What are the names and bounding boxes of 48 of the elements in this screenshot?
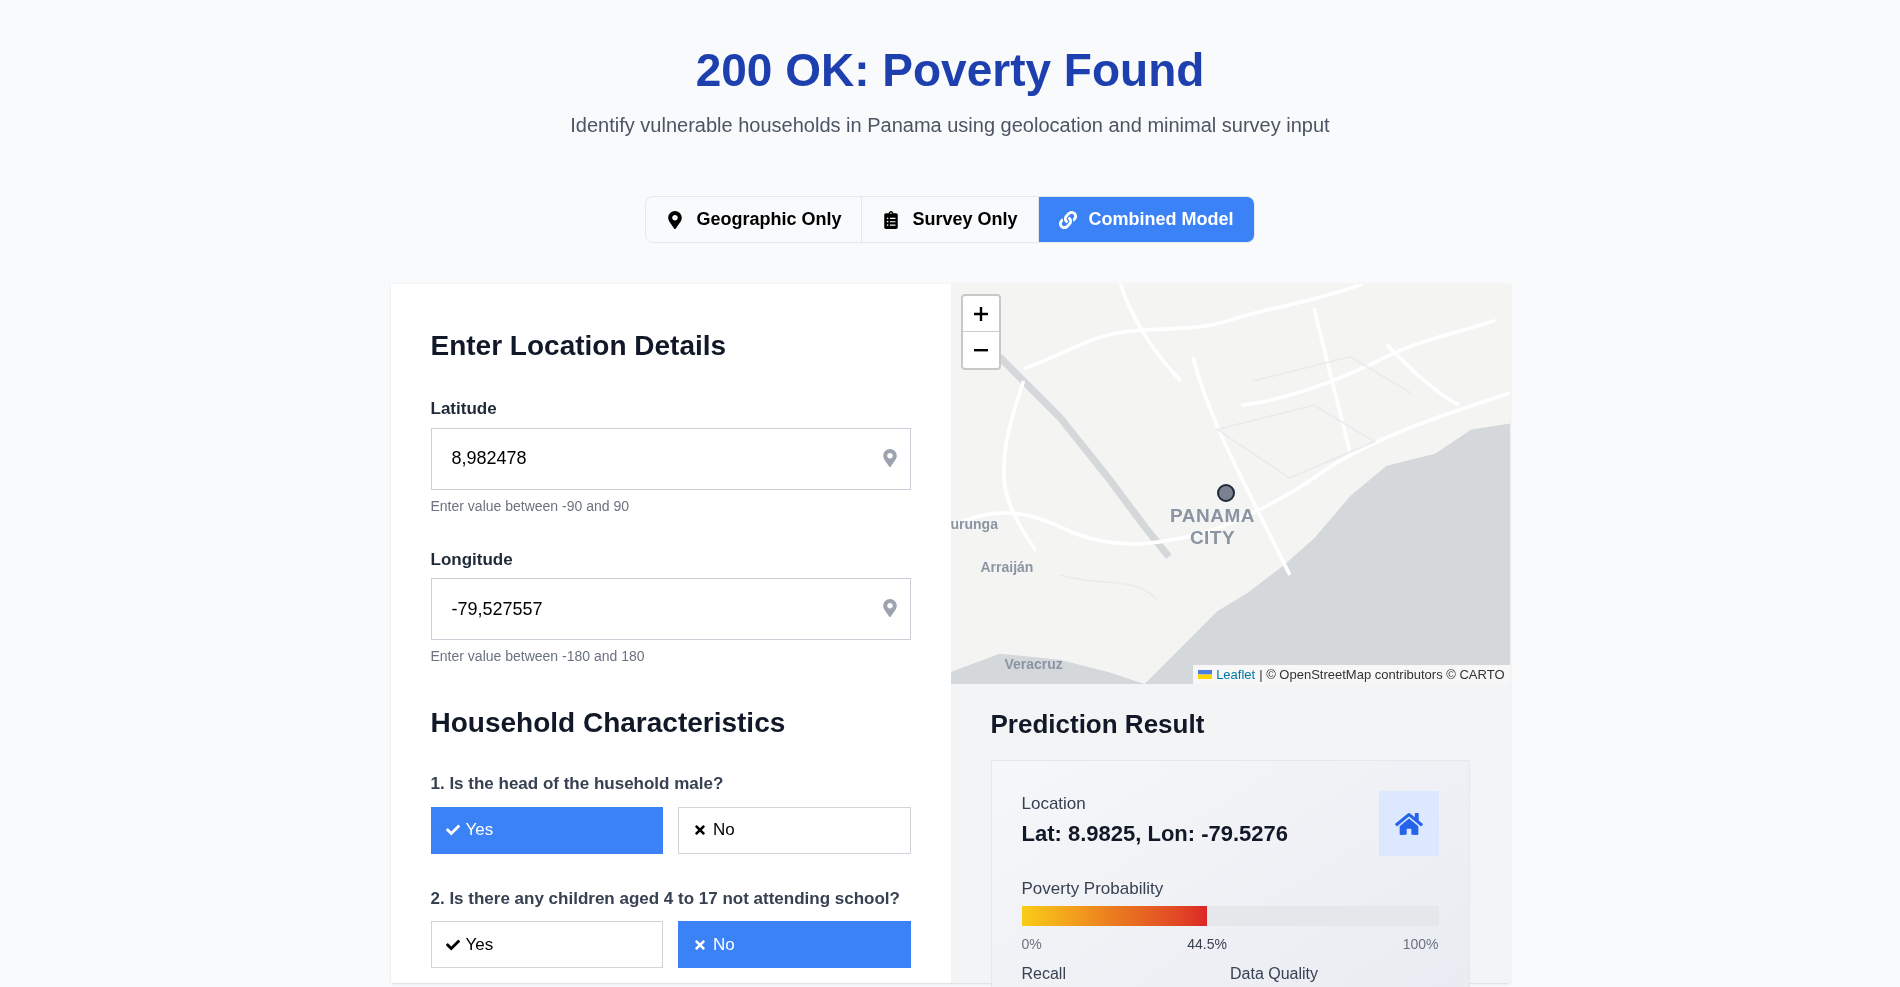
town-label: Arraiján [980, 558, 1034, 577]
answer-option[interactable]: No [678, 806, 911, 854]
question-text: 1. Is the head of the husehold male? [430, 773, 725, 795]
attribution-text: | © OpenStreetMap contributors © CARTO [1259, 665, 1505, 684]
map-pin-icon [882, 599, 897, 617]
leaflet-link[interactable]: Leaflet [1216, 664, 1256, 684]
probability-label: Poverty Probability [1021, 878, 1165, 900]
section-heading: Enter Location Details [430, 329, 728, 363]
answer-option[interactable]: No [678, 921, 911, 968]
link-icon [1058, 210, 1077, 229]
stat-label: Recall [1021, 963, 1067, 984]
clipboard-icon [882, 210, 901, 229]
home-icon [1394, 810, 1423, 837]
question-text: 2. Is there any children aged 4 to 17 not attending school? [430, 887, 901, 910]
map[interactable]: urunga PANAMA CITY Arraiján Veracruz Leaflet | © OpenStreetMap contributors © CARTO [950, 284, 1510, 684]
town-label: Veracruz [1004, 655, 1063, 674]
minus-icon [973, 348, 988, 352]
answer-option[interactable]: Yes [430, 806, 663, 854]
coordinate-field[interactable]: -79,527557 [430, 578, 911, 640]
location-label: Location [1021, 793, 1087, 815]
field-label: Longitude [430, 548, 514, 571]
field-hint: Enter value between -90 and 90 [430, 496, 630, 516]
coordinate-field[interactable]: 8,982478 [430, 427, 911, 490]
check-icon [445, 823, 460, 837]
location-value: Lat: 8.9825, Lon: -79.5276 [1021, 819, 1289, 848]
map-pin-icon [666, 210, 685, 229]
field-label: Latitude [430, 398, 498, 420]
probability-value: 44.5% [1187, 934, 1227, 954]
page-title: 200 OK: Poverty Found [695, 43, 1205, 98]
model-tab[interactable]: Survey Only [861, 197, 1038, 242]
city-label: PANAMA CITY [1169, 505, 1256, 549]
check-icon [445, 937, 460, 952]
map-pin-icon [882, 448, 897, 467]
scale-label: 100% [1402, 934, 1439, 954]
section-heading: Household Characteristics [430, 706, 787, 740]
close-icon [693, 823, 707, 837]
page-subtitle: Identify vulnerable households in Panama using geolocation and minimal survey input [570, 113, 1330, 138]
stat-label: Data Quality [1230, 963, 1320, 984]
model-tab[interactable]: Geographic Only [646, 197, 862, 242]
plus-icon [973, 306, 988, 321]
field-hint: Enter value between -180 and 180 [430, 647, 646, 666]
town-label: urunga [950, 515, 998, 534]
flag-icon [1198, 669, 1213, 679]
close-icon [693, 937, 707, 952]
scale-label: 0% [1021, 934, 1042, 954]
section-heading: Prediction Result [990, 708, 1206, 741]
model-tab[interactable]: Combined Model [1037, 197, 1254, 242]
answer-option[interactable]: Yes [430, 921, 663, 968]
